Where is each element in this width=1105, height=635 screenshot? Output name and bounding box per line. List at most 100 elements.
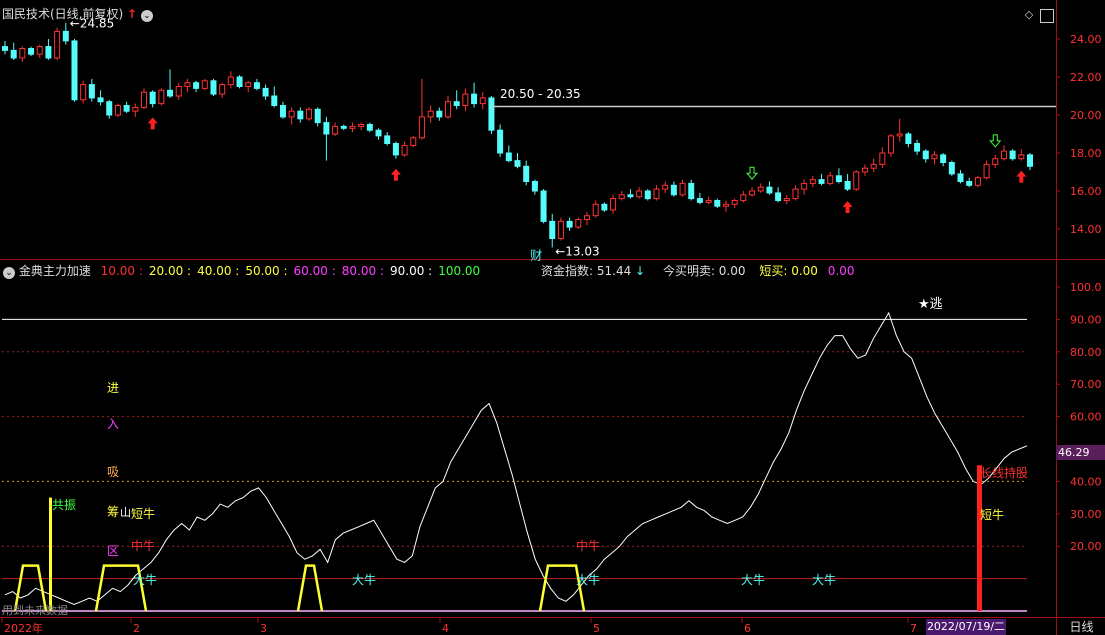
candle-down — [818, 179, 825, 184]
time-axis-label: 5 — [593, 622, 600, 635]
current-indicator-value: 46.29 — [1056, 445, 1105, 460]
bottom-signal-trapezoid — [296, 564, 324, 612]
candle-up — [636, 190, 643, 198]
candle-down — [531, 181, 538, 192]
candle-up — [618, 194, 625, 200]
candle-down — [940, 154, 947, 163]
indicator-params: 10.00 : 20.00 : 40.00 : 50.00 : 60.00 : 80.00… — [95, 264, 481, 278]
window-toggle-icon[interactable] — [1040, 9, 1054, 23]
chips-paren-label: 山 — [120, 506, 131, 519]
indicator-param: 40.00 : — [197, 264, 240, 278]
candle-up — [418, 116, 425, 139]
candle-down — [271, 95, 278, 106]
candle-down — [766, 186, 773, 194]
time-axis-label: 2 — [133, 622, 140, 635]
indicator-values: 资金指数: 51.44 ↓ 今买明卖: 0.00 短买: 0.00 0.00 — [541, 262, 854, 279]
candle-up — [401, 144, 408, 156]
indicator-param: 20.00 : — [148, 264, 192, 278]
candle-down — [210, 80, 217, 95]
candle-down — [505, 152, 512, 162]
candle-up — [610, 198, 617, 211]
candle-up — [827, 175, 834, 184]
time-axis-label: 4 — [442, 622, 449, 635]
candle-down — [1009, 150, 1016, 160]
big-bull-label: 大牛 — [812, 572, 836, 587]
candle-up — [158, 89, 165, 105]
candle-down — [914, 143, 921, 152]
candle-down — [549, 220, 556, 239]
indicator-header[interactable]: ⌄ 金典主力加速 10.00 : 20.00 : 40.00 : 50.00 : 60.… — [3, 262, 480, 279]
price-axis-label: 16.00 — [1070, 185, 1102, 198]
candle-down — [688, 182, 695, 200]
candle-down — [775, 192, 782, 201]
dropdown-icon[interactable]: ⌄ — [140, 10, 153, 22]
candle-down — [71, 40, 78, 101]
price-axis-label: 22.00 — [1070, 71, 1102, 84]
candle-up — [879, 152, 886, 165]
candle-down — [193, 82, 200, 89]
candle-down — [497, 129, 504, 154]
candle-down — [523, 165, 530, 183]
chips-label: 筹 — [107, 505, 119, 519]
candle-up — [114, 105, 121, 116]
price-range-label: 20.50 - 20.35 — [500, 87, 581, 101]
buy-signal-up-arrow-icon — [1016, 170, 1027, 183]
candle-up — [288, 110, 295, 118]
candle-up — [931, 154, 938, 160]
candle-down — [262, 87, 269, 97]
candle-up — [445, 101, 452, 118]
candle-up — [861, 167, 868, 173]
price-axis-label: 24.00 — [1070, 33, 1102, 46]
candle-up — [175, 86, 182, 97]
candle-down — [2, 46, 8, 51]
candle-up — [740, 194, 747, 202]
candle-up — [557, 220, 564, 239]
indicator-param: 90.00 : — [389, 264, 433, 278]
down-arrow-icon: ↓ — [635, 264, 646, 278]
hold-signal-bar — [977, 465, 982, 611]
candle-down — [436, 110, 443, 118]
candle-up — [245, 82, 252, 87]
candle-down — [714, 200, 721, 207]
candle-down — [314, 108, 321, 124]
chart-canvas[interactable]: 24.0022.0020.0018.0016.0014.0020.50 - 20… — [0, 0, 1105, 635]
time-axis-label: 2022年 — [4, 621, 43, 635]
candle-down — [167, 89, 174, 97]
candle-up — [731, 200, 738, 205]
period-tag[interactable]: 日线 — [1058, 619, 1105, 635]
candle-down — [1027, 154, 1033, 167]
candle-down — [453, 101, 460, 106]
candle-down — [905, 133, 912, 144]
short-bull-label: 短牛 — [980, 507, 1004, 522]
candle-up — [792, 188, 799, 200]
candle-down — [922, 150, 929, 160]
candle-up — [992, 158, 999, 165]
diamond-icon[interactable]: ◇ — [1023, 9, 1035, 21]
candle-down — [488, 97, 495, 131]
candle-down — [279, 105, 286, 118]
candle-up — [809, 179, 816, 184]
big-bull-label: 大牛 — [576, 572, 600, 587]
collapse-icon[interactable]: ⌄ — [3, 267, 15, 279]
time-axis-label: 6 — [744, 622, 751, 635]
mid-bull-label: 中牛 — [131, 538, 155, 553]
candle-down — [957, 173, 964, 182]
candle-up — [201, 80, 208, 89]
today-label: 今买明卖: 0.00 — [662, 264, 746, 278]
stock-title-bar[interactable]: 国民技术(日线,前复权) ↑ ⌄ — [2, 5, 153, 22]
mid-bull-label: 中牛 — [576, 538, 600, 553]
candle-down — [253, 82, 260, 89]
price-axis-label: 18.00 — [1070, 147, 1102, 160]
candle-up — [462, 93, 469, 106]
candle-down — [88, 84, 95, 99]
candle-up — [662, 184, 669, 190]
current-date: 2022/07/19/二 — [926, 619, 1006, 635]
entry-label: 进 — [107, 381, 119, 395]
candle-down — [340, 125, 347, 129]
candle-up — [410, 137, 417, 146]
long-hold-label: 长线持股 — [980, 465, 1028, 480]
candle-up — [1000, 150, 1007, 160]
indicator-axis-label: 30.00 — [1070, 508, 1102, 521]
low-price-label: ←13.03 — [555, 245, 599, 259]
candle-down — [375, 129, 382, 137]
